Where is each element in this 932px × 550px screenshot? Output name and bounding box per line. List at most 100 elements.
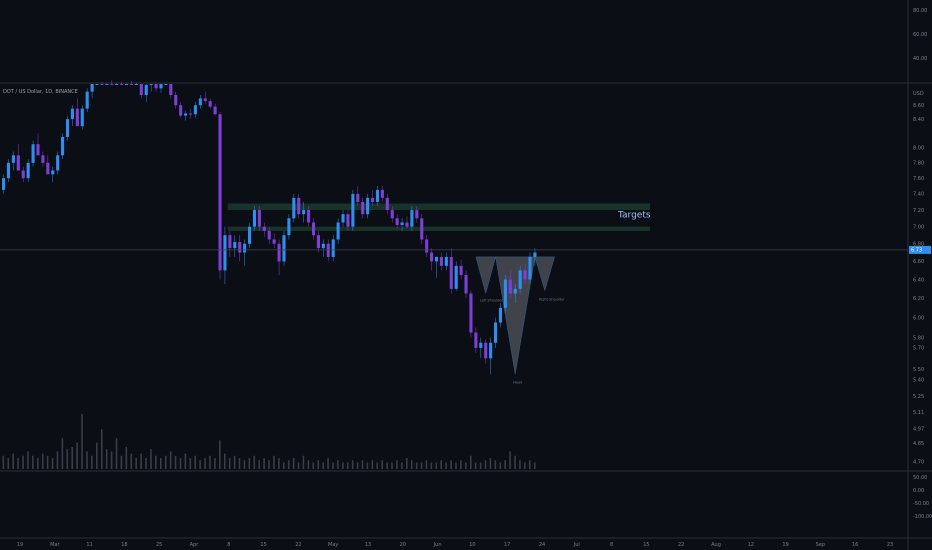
candle-body xyxy=(80,108,84,127)
candle-body xyxy=(233,242,237,249)
candle-body xyxy=(498,307,503,323)
candle-body xyxy=(469,293,473,333)
volume-bar xyxy=(322,462,324,469)
candle-body xyxy=(164,84,168,85)
price-tick-label: 5.11 xyxy=(913,410,924,416)
candle-body xyxy=(203,98,207,102)
candle-body xyxy=(174,95,178,106)
volume-bar xyxy=(189,458,192,469)
volume-bar xyxy=(223,453,226,469)
candle-body xyxy=(61,136,65,156)
price-tick-label: 7.80 xyxy=(913,161,924,167)
candle-body xyxy=(154,84,158,89)
volume-bar xyxy=(356,462,359,469)
candle-body xyxy=(518,270,522,289)
volume-bar xyxy=(533,462,536,469)
candle-body xyxy=(311,222,316,236)
volume-bar xyxy=(36,458,39,469)
candle xyxy=(282,230,286,266)
candle-body xyxy=(361,201,365,215)
bottom-pane-tick-label: 50.00 xyxy=(913,475,927,481)
candle-body xyxy=(21,170,25,179)
volume-bar xyxy=(209,455,211,469)
candle-body xyxy=(110,84,114,85)
price-tick-label: 7.60 xyxy=(913,176,924,182)
time-tick-label: 24 xyxy=(539,542,545,548)
time-tick-label: 13 xyxy=(365,542,371,548)
volume-bar xyxy=(297,462,300,469)
pattern-point-label: Head xyxy=(513,380,522,384)
price-tick-label: 7.20 xyxy=(913,208,924,214)
volume-bar xyxy=(253,455,256,469)
volume-bar xyxy=(66,449,69,469)
volume-bar xyxy=(465,462,467,469)
volume-bar xyxy=(243,460,246,469)
candle-body xyxy=(356,193,360,202)
candle-body xyxy=(198,98,202,106)
current-price-marker: 6.73 xyxy=(909,245,931,254)
candle xyxy=(469,290,473,338)
time-tick-label: Jun xyxy=(433,542,442,548)
current-price-label: 6.73 xyxy=(911,248,922,254)
candle-body xyxy=(208,101,212,107)
time-tick-label: 23 xyxy=(887,542,893,548)
time-tick-label: 11 xyxy=(86,542,92,548)
volume-bar xyxy=(140,453,142,469)
price-tick-label: 6.40 xyxy=(913,277,924,283)
candle-body xyxy=(129,84,134,85)
candle-body xyxy=(307,210,311,223)
volume-bar xyxy=(430,462,433,469)
candle-body xyxy=(494,322,498,343)
volume-bar xyxy=(337,460,339,469)
price-tick-label: 6.20 xyxy=(913,296,924,302)
volume-bar xyxy=(435,462,438,469)
candle-body xyxy=(120,84,124,85)
candle-body xyxy=(16,155,20,171)
candle xyxy=(31,140,35,167)
candle xyxy=(218,112,222,280)
price-tick-label: 4.85 xyxy=(913,441,924,447)
candle xyxy=(503,274,507,313)
candle-body xyxy=(326,243,330,257)
volume-bar xyxy=(238,458,241,469)
time-tick-label: 15 xyxy=(260,542,266,548)
candle-body xyxy=(41,155,45,163)
volume-bar xyxy=(228,458,231,469)
candle-body xyxy=(243,243,247,253)
volume-bar xyxy=(204,458,206,469)
symbol-label: DOT / US Dollar, 1D, BINANCE xyxy=(3,89,78,95)
time-tick-label: 22 xyxy=(295,542,301,548)
candle-body xyxy=(36,144,40,156)
candle-body xyxy=(31,144,35,163)
volume-bar xyxy=(179,458,182,469)
volume-bar xyxy=(514,455,516,469)
volume-bar xyxy=(366,462,369,469)
time-tick-label: 18 xyxy=(121,542,127,548)
pattern-point-label: Left Shoulder xyxy=(480,299,504,303)
bottom-pane-tick-label: -100.00 xyxy=(913,514,932,520)
volume-bar xyxy=(302,455,305,469)
time-tick-label: 16 xyxy=(852,542,858,548)
volume-bar xyxy=(396,460,398,469)
candle-body xyxy=(523,270,527,280)
price-tick-label: 5.25 xyxy=(913,394,924,400)
volume-bar xyxy=(342,462,344,469)
candle-body xyxy=(105,84,109,85)
candle-body xyxy=(139,84,143,96)
candle-body xyxy=(331,239,335,257)
candle-body xyxy=(454,265,458,289)
volume-bar xyxy=(307,460,310,469)
candle-body xyxy=(51,170,55,175)
volume-bar xyxy=(135,458,137,469)
candle-body xyxy=(341,214,345,223)
candle-body xyxy=(95,84,99,85)
volume-bar xyxy=(263,458,265,469)
volume-bar xyxy=(2,455,5,469)
candle-body xyxy=(26,162,30,179)
volume-bar xyxy=(401,462,403,469)
candle-body xyxy=(46,162,50,175)
volume-bar xyxy=(159,458,162,469)
candle-body xyxy=(2,178,6,190)
volume-bar xyxy=(494,460,497,469)
candle-body xyxy=(257,210,261,227)
